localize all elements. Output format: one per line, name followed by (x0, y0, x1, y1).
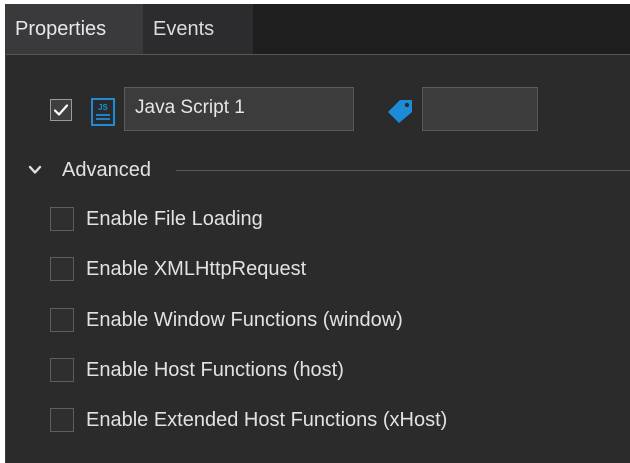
option-label: Enable Extended Host Functions (xHost) (86, 409, 448, 431)
enable-xmlhttprequest-checkbox[interactable] (50, 257, 74, 281)
option-label: Enable XMLHttpRequest (86, 258, 307, 280)
option-enable-host-functions[interactable]: Enable Host Functions (host) (6, 352, 630, 388)
tag-icon (388, 100, 412, 123)
tab-events-label: Events (153, 18, 215, 40)
svg-text:JS: JS (98, 103, 108, 112)
option-enable-file-loading[interactable]: Enable File Loading (6, 201, 630, 237)
advanced-section-header[interactable]: Advanced (6, 155, 630, 185)
option-enable-extended-host-functions[interactable]: Enable Extended Host Functions (xHost) (6, 402, 630, 438)
properties-panel-window: Properties Events JS Java Script 1 Advan… (5, 4, 630, 463)
option-label: Enable Host Functions (host) (86, 359, 344, 381)
checkmark-icon (53, 104, 69, 116)
option-enable-xmlhttprequest[interactable]: Enable XMLHttpRequest (6, 251, 630, 287)
option-label: Enable File Loading (86, 208, 263, 230)
enable-extended-host-functions-checkbox[interactable] (50, 408, 74, 432)
enable-host-functions-checkbox[interactable] (50, 358, 74, 382)
tab-properties[interactable]: Properties (5, 4, 143, 54)
script-row: JS Java Script 1 (6, 87, 630, 133)
script-name-field[interactable]: Java Script 1 (124, 87, 354, 131)
tab-properties-label: Properties (15, 18, 107, 40)
enable-file-loading-checkbox[interactable] (50, 207, 74, 231)
tag-field[interactable] (422, 87, 538, 131)
advanced-section-title: Advanced (62, 159, 151, 181)
enable-window-functions-checkbox[interactable] (50, 308, 74, 332)
script-enabled-checkbox[interactable] (50, 99, 72, 121)
option-label: Enable Window Functions (window) (86, 309, 403, 331)
properties-content: JS Java Script 1 Advanced Enable File Lo… (5, 54, 630, 463)
tab-events[interactable]: Events (143, 4, 253, 54)
option-enable-window-functions[interactable]: Enable Window Functions (window) (6, 302, 630, 338)
js-file-icon: JS (91, 98, 115, 126)
tab-bar: Properties Events (5, 4, 630, 54)
section-divider (176, 170, 630, 171)
chevron-down-icon (28, 165, 42, 174)
